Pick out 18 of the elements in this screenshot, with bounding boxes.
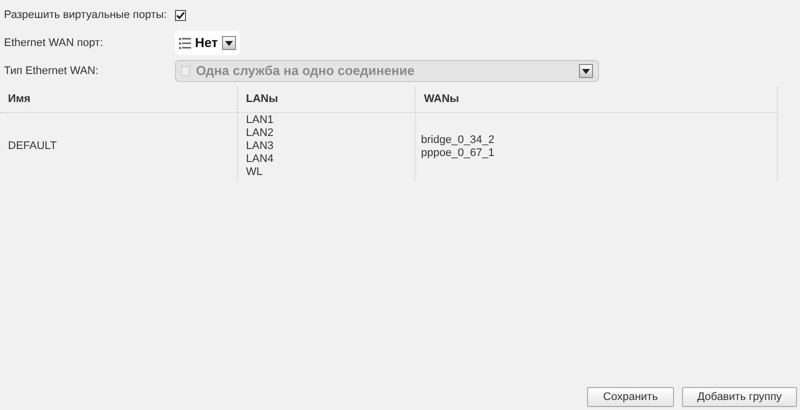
action-button[interactable]: Добавить группу [682, 387, 797, 407]
table-cell-text: LAN4 [246, 153, 275, 166]
field-label: Тип Ethernet WAN: [4, 64, 100, 79]
table-cell-text: pppoe_0_67_1 [421, 146, 496, 160]
column-header: Имя [8, 92, 30, 108]
table-cell-text: bridge_0_34_2 [421, 134, 496, 146]
action-button[interactable]: Сохранить [587, 387, 674, 407]
table-cell-text: DEFAULT [8, 139, 57, 154]
checkbox[interactable] [175, 10, 186, 20]
table-cell-text: LAN3 [246, 140, 275, 153]
select-field[interactable]: Нет [175, 31, 240, 55]
table-cell-text: LAN2 [246, 127, 275, 140]
table-cell-text: WL [246, 166, 264, 179]
table-cell-text: LAN1 [246, 114, 275, 127]
column-header: LANы [246, 92, 278, 108]
field-label: Ethernet WAN порт: [4, 36, 104, 51]
field-label: Разрешить виртуальные порты: [4, 8, 168, 23]
column-header: WANы [424, 92, 460, 108]
